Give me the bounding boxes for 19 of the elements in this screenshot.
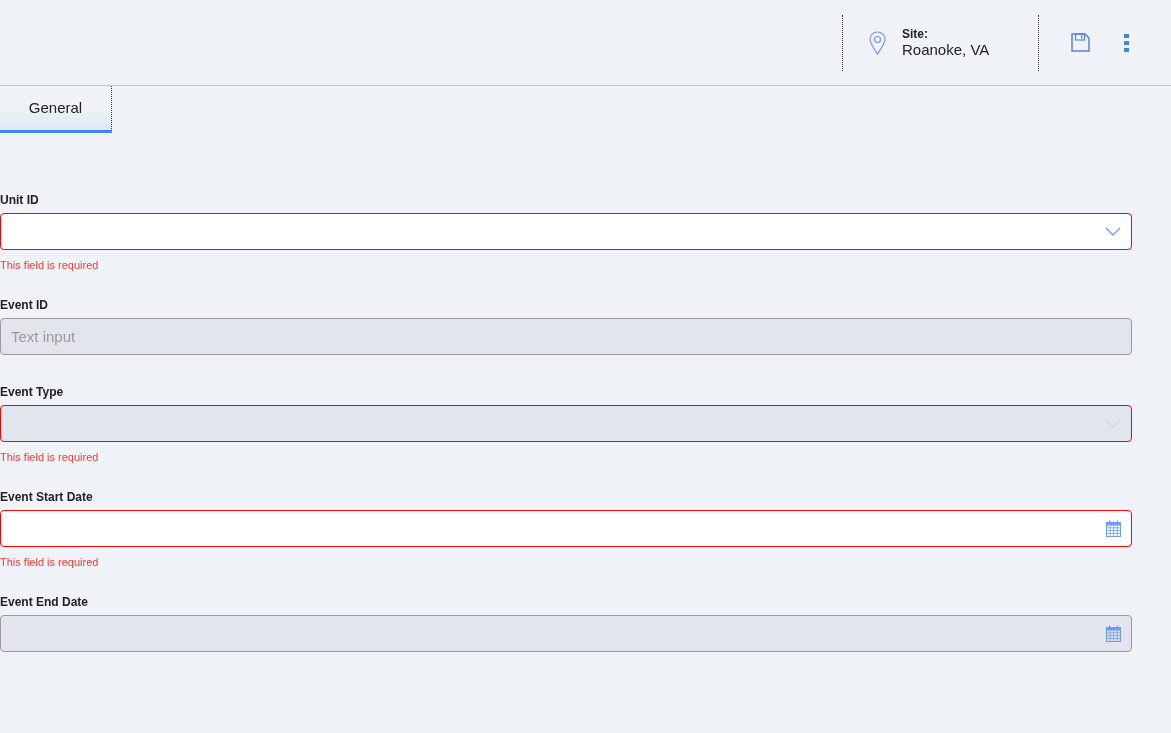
save-icon[interactable] xyxy=(1071,33,1090,52)
location-pin-icon xyxy=(869,30,886,55)
field-label: Event Start Date xyxy=(0,490,94,504)
more-menu-icon[interactable] xyxy=(1124,33,1129,52)
field-label: Unit ID xyxy=(0,193,40,207)
calendar-icon xyxy=(1106,625,1121,642)
chevron-down-icon xyxy=(1105,227,1121,236)
field-label: Event End Date xyxy=(0,595,90,609)
field-label: Event ID xyxy=(0,298,49,312)
error-message: This field is required xyxy=(0,258,100,272)
error-message: This field is required xyxy=(0,450,100,464)
tab[interactable]: General xyxy=(0,86,112,133)
site-name: Roanoke, VA xyxy=(902,40,990,59)
calendar-icon xyxy=(1106,520,1121,537)
field-label: Event Type xyxy=(0,385,65,399)
date-field[interactable] xyxy=(0,510,1132,547)
error-message: This field is required xyxy=(0,555,100,569)
dropdown-field[interactable] xyxy=(0,213,1132,250)
site-label: Site: xyxy=(902,26,929,41)
